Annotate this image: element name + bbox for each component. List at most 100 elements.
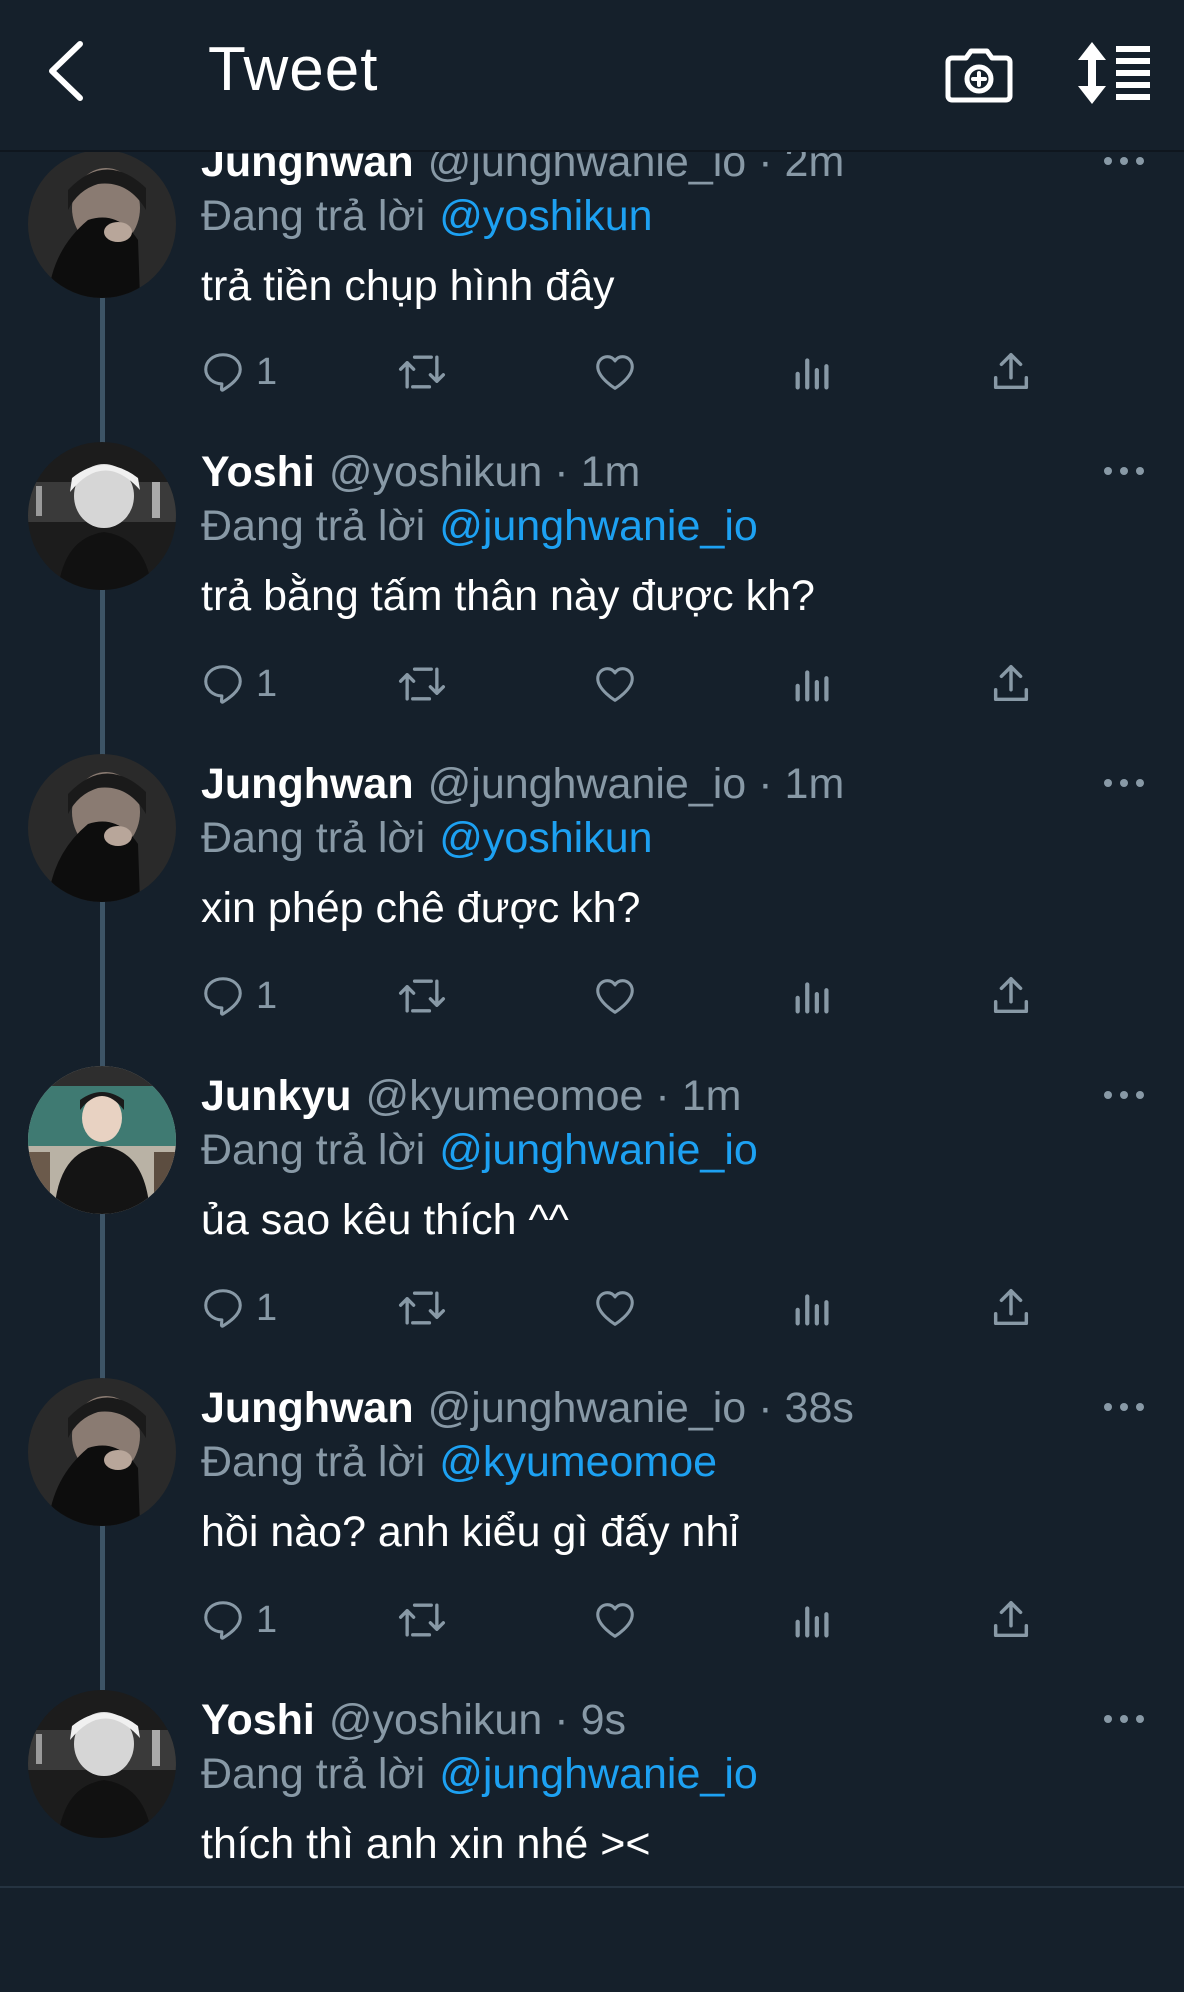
- mention-link[interactable]: @junghwanie_io: [439, 1126, 758, 1174]
- author-handle[interactable]: @junghwanie_io: [428, 1384, 747, 1432]
- share-icon: [993, 977, 1029, 1014]
- author-name[interactable]: Yoshi: [201, 1696, 315, 1744]
- mention-link[interactable]: @yoshikun: [439, 192, 652, 240]
- analytics-button[interactable]: [790, 1590, 836, 1650]
- author-name[interactable]: Junkyu: [201, 1072, 352, 1120]
- tweet-item[interactable]: Junghwan @junghwanie_io · 2m Đang trả lời @y…: [0, 120, 1184, 432]
- sort-button[interactable]: [1076, 38, 1154, 108]
- avatar-junghwan-image: [28, 1378, 176, 1526]
- avatar-junghwan[interactable]: [28, 754, 176, 902]
- author-name[interactable]: Junghwan: [201, 760, 414, 808]
- analytics-icon: [795, 1606, 829, 1638]
- tweet-meta: Yoshi @yoshikun · 1m: [201, 446, 640, 498]
- analytics-button[interactable]: [790, 1278, 836, 1338]
- tweet-item[interactable]: Junkyu @kyumeomoe · 1m Đang trả lời @junghwa…: [0, 1056, 1184, 1368]
- tweet-meta: Yoshi @yoshikun · 9s: [201, 1694, 626, 1746]
- tweet-actions: 1: [200, 1278, 1060, 1338]
- more-options-icon[interactable]: [1100, 768, 1148, 798]
- share-button[interactable]: [988, 342, 1034, 402]
- avatar-junkyu[interactable]: [28, 1066, 176, 1214]
- analytics-icon: [795, 358, 829, 390]
- replying-to-label: Đang trả lời: [201, 814, 426, 862]
- author-handle[interactable]: @junghwanie_io: [428, 760, 747, 808]
- replying-to-label: Đang trả lời: [201, 192, 426, 240]
- avatar-yoshi[interactable]: [28, 442, 176, 590]
- share-icon: [993, 353, 1029, 390]
- avatar-junghwan[interactable]: [28, 1378, 176, 1526]
- reply-count: 1: [256, 974, 278, 1017]
- analytics-icon: [795, 670, 829, 702]
- tweet-time: 1m: [681, 1072, 742, 1120]
- replying-to: Đang trả lời @yoshikun: [201, 812, 653, 864]
- author-name[interactable]: Junghwan: [201, 1384, 414, 1432]
- retweet-button[interactable]: [396, 966, 448, 1026]
- share-button[interactable]: [988, 1590, 1034, 1650]
- tweet-text: xin phép chê được kh?: [201, 884, 641, 932]
- tweet-text: trả tiền chụp hình đây: [201, 262, 615, 310]
- reply-count: 1: [256, 1286, 278, 1329]
- share-icon: [993, 665, 1029, 702]
- retweet-button[interactable]: [396, 342, 448, 402]
- tweet-text: hồi nào? anh kiểu gì đấy nhỉ: [201, 1508, 739, 1556]
- share-button[interactable]: [988, 654, 1034, 714]
- meta-separator: ·: [554, 1696, 569, 1744]
- like-button[interactable]: [592, 966, 638, 1026]
- camera-plus-icon: [945, 48, 1013, 103]
- more-options-icon[interactable]: [1100, 1392, 1148, 1422]
- reply-button[interactable]: 1: [200, 342, 277, 402]
- retweet-icon: [398, 979, 446, 1013]
- replying-to: Đang trả lời @junghwanie_io: [201, 1124, 758, 1176]
- retweet-button[interactable]: [396, 1590, 448, 1650]
- share-button[interactable]: [988, 966, 1034, 1026]
- author-handle[interactable]: @kyumeomoe: [366, 1072, 644, 1120]
- avatar-yoshi-image: [28, 1690, 176, 1838]
- back-button[interactable]: [40, 36, 100, 106]
- like-button[interactable]: [592, 654, 638, 714]
- reply-icon: [204, 665, 242, 704]
- analytics-button[interactable]: [790, 342, 836, 402]
- author-handle[interactable]: @yoshikun: [329, 448, 542, 496]
- like-button[interactable]: [592, 1278, 638, 1338]
- mention-link[interactable]: @junghwanie_io: [439, 1750, 758, 1798]
- mention-link[interactable]: @junghwanie_io: [439, 502, 758, 550]
- tweet-item[interactable]: Junghwan @junghwanie_io · 1m Đang trả lời @y…: [0, 744, 1184, 1056]
- tweet-item[interactable]: Yoshi @yoshikun · 1m Đang trả lời @junghwani…: [0, 432, 1184, 744]
- reply-button[interactable]: 1: [200, 1278, 277, 1338]
- mention-link[interactable]: @yoshikun: [439, 814, 652, 862]
- camera-button[interactable]: [944, 38, 1014, 108]
- heart-icon: [596, 979, 634, 1014]
- heart-icon: [596, 1291, 634, 1326]
- mention-link[interactable]: @kyumeomoe: [439, 1438, 717, 1486]
- tweet-text: thích thì anh xin nhé ><: [201, 1820, 651, 1868]
- analytics-button[interactable]: [790, 654, 836, 714]
- reply-icon: [204, 977, 242, 1016]
- reply-button[interactable]: 1: [200, 1590, 277, 1650]
- author-name[interactable]: Yoshi: [201, 448, 315, 496]
- avatar-yoshi[interactable]: [28, 1690, 176, 1838]
- tweet-item[interactable]: Yoshi @yoshikun · 9s Đang trả lời @junghwani…: [0, 1680, 1184, 1992]
- meta-separator: ·: [758, 1384, 773, 1432]
- like-button[interactable]: [592, 1590, 638, 1650]
- tweet-time: 1m: [784, 760, 845, 808]
- reply-icon: [204, 1289, 242, 1328]
- tweet-item[interactable]: Junghwan @junghwanie_io · 38s Đang trả lời @…: [0, 1368, 1184, 1680]
- retweet-button[interactable]: [396, 1278, 448, 1338]
- retweet-icon: [398, 355, 446, 389]
- reply-button[interactable]: 1: [200, 966, 277, 1026]
- analytics-button[interactable]: [790, 966, 836, 1026]
- more-options-icon[interactable]: [1100, 456, 1148, 486]
- replying-to-label: Đang trả lời: [201, 1438, 426, 1486]
- reply-icon: [204, 1601, 242, 1640]
- reply-icon: [204, 353, 242, 392]
- reply-button[interactable]: 1: [200, 654, 277, 714]
- reply-count: 1: [256, 350, 278, 393]
- more-options-icon[interactable]: [1100, 1704, 1148, 1734]
- share-button[interactable]: [988, 1278, 1034, 1338]
- more-options-icon[interactable]: [1100, 1080, 1148, 1110]
- avatar-yoshi-image: [28, 442, 176, 590]
- like-button[interactable]: [592, 342, 638, 402]
- author-handle[interactable]: @yoshikun: [329, 1696, 542, 1744]
- replying-to-label: Đang trả lời: [201, 502, 426, 550]
- avatar-junghwan[interactable]: [28, 150, 176, 298]
- retweet-button[interactable]: [396, 654, 448, 714]
